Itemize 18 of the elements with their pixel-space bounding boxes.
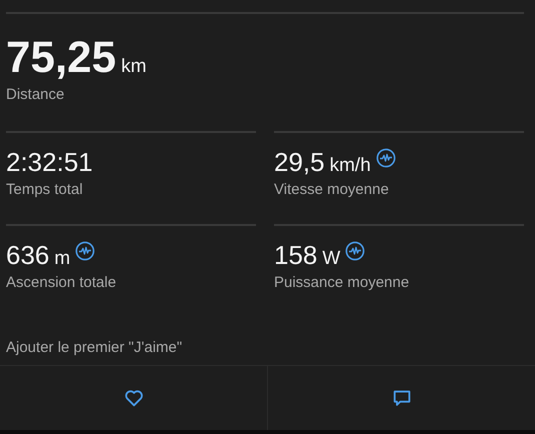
activity-chart-icon[interactable] (75, 241, 96, 261)
stat-label: Temps total (6, 181, 83, 198)
activity-chart-icon[interactable] (376, 148, 396, 168)
distance-unit: km (121, 56, 146, 78)
stat-label: Ascension totale (6, 274, 116, 291)
stat-unit: km/h (330, 155, 371, 177)
stat-label: Vitesse moyenne (274, 181, 389, 198)
stat-value: 636 (6, 240, 50, 270)
stat-label: Puissance moyenne (274, 274, 410, 291)
stat-label: Distance (6, 86, 64, 103)
activity-chart-icon[interactable] (345, 241, 366, 261)
distance-value: 75,25 (6, 34, 116, 82)
stat-value: 29,5 (274, 147, 325, 177)
stat-value: 158 (274, 240, 318, 270)
stat-value: 2:32:51 (6, 147, 93, 177)
stat-unit: m (54, 248, 70, 270)
stat-unit: W (322, 248, 340, 270)
like-prompt[interactable]: Ajouter le premier "J'aime" (6, 339, 182, 356)
